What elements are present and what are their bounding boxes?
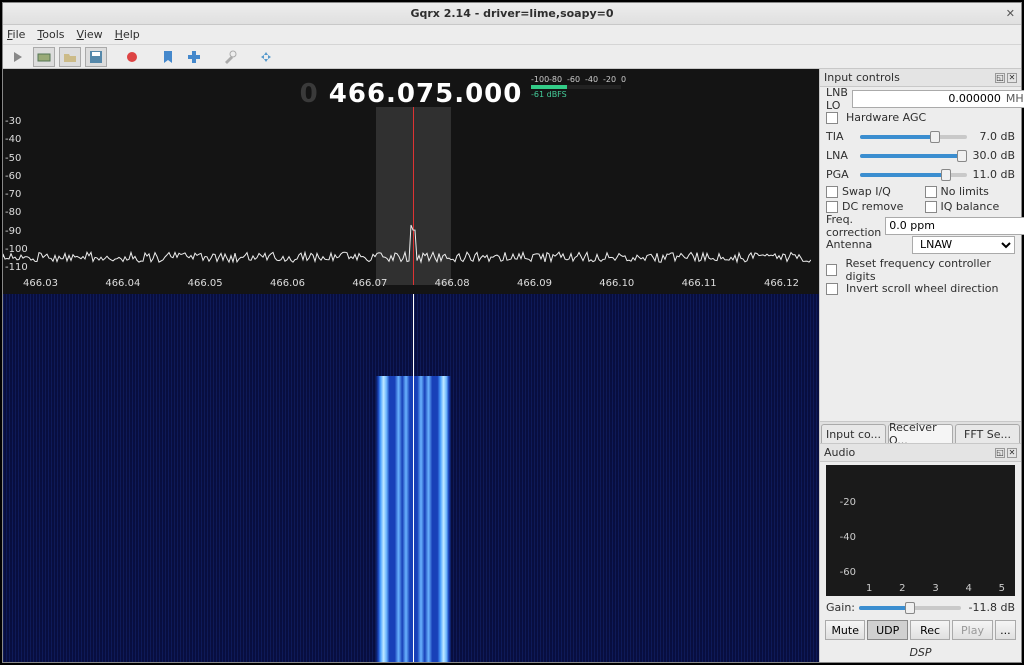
gain-slider[interactable] [859, 606, 961, 610]
dc-remove-label: DC remove [842, 200, 903, 213]
menu-help[interactable]: Help [115, 28, 140, 41]
antenna-label: Antenna [826, 238, 908, 251]
audio-x-axis: 123 45 [866, 583, 1005, 594]
iq-balance-label: IQ balance [941, 200, 1000, 213]
signal-meter: -100 -80 -60 -40 -20 0 -61 dBFS [531, 75, 639, 99]
audio-y-axis: -20-40-60 [836, 485, 856, 590]
tab-fft-settings[interactable]: FFT Se... [955, 424, 1020, 443]
window-title: Gqrx 2.14 - driver=lime,soapy=0 [410, 7, 613, 20]
dsp-label: DSP [820, 646, 1021, 662]
lnb-lo-spinbox[interactable]: MHz ▲▼ [852, 90, 1024, 108]
spectrum-trace [3, 214, 811, 274]
tia-value: 7.0 dB [971, 130, 1015, 143]
antenna-select[interactable]: LNAW [912, 236, 1015, 254]
audio-scope[interactable]: -20-40-60 123 45 [826, 465, 1015, 596]
dock-close-icon[interactable]: ✕ [1007, 448, 1017, 458]
freq-corr-input[interactable] [886, 218, 1024, 234]
hardware-agc-label: Hardware AGC [846, 111, 926, 124]
audio-header: Audio ◱✕ [820, 444, 1021, 462]
meter-ticks: -100 -80 -60 -40 -20 0 [531, 75, 639, 84]
pga-slider[interactable] [860, 173, 967, 177]
audio-buttons: Mute UDP Rec Play ... [820, 618, 1021, 646]
menu-view[interactable]: View [77, 28, 103, 41]
gain-value: -11.8 dB [965, 601, 1015, 614]
swap-iq-checkbox[interactable] [826, 186, 838, 198]
freq-corr-spinbox[interactable]: ▲▼ [885, 217, 1024, 235]
iq-balance-checkbox[interactable] [925, 201, 937, 213]
invert-scroll-label: Invert scroll wheel direction [846, 282, 999, 295]
input-controls-header: Input controls ◱✕ [820, 69, 1021, 87]
gain-label: Gain: [826, 601, 855, 614]
dc-remove-checkbox[interactable] [826, 201, 838, 213]
dock-float-icon[interactable]: ◱ [995, 73, 1005, 83]
window-titlebar: Gqrx 2.14 - driver=lime,soapy=0 ✕ [3, 3, 1021, 25]
no-limits-label: No limits [941, 185, 989, 198]
freq-corr-label: Freq. correction [826, 213, 881, 239]
menu-tools[interactable]: Tools [37, 28, 64, 41]
input-controls-title: Input controls [824, 71, 900, 84]
hardware-agc-checkbox[interactable] [826, 112, 838, 124]
frequency-display[interactable]: 0 466.075.000 [3, 79, 819, 109]
dock-close-icon[interactable]: ✕ [1007, 73, 1017, 83]
swap-iq-label: Swap I/Q [842, 185, 891, 198]
no-limits-checkbox[interactable] [925, 186, 937, 198]
fullscreen-button[interactable] [255, 47, 277, 67]
lna-label: LNA [826, 149, 856, 162]
pga-label: PGA [826, 168, 856, 181]
tools-button[interactable] [219, 47, 241, 67]
spectrum-x-axis: 466.03466.04466.05 466.06466.07466.08 46… [3, 278, 819, 292]
spectrum-plot[interactable]: 0 466.075.000 -100 -80 -60 -40 -20 0 -61… [3, 69, 819, 294]
reset-digits-label: Reset frequency controller digits [845, 257, 1015, 283]
meter-reading: -61 dBFS [531, 90, 639, 99]
dock-float-icon[interactable]: ◱ [995, 448, 1005, 458]
lnb-lo-label: LNB LO [826, 86, 848, 112]
main-display: 0 466.075.000 -100 -80 -60 -40 -20 0 -61… [3, 69, 819, 662]
close-icon[interactable]: ✕ [1006, 7, 1015, 20]
rec-button[interactable]: Rec [910, 620, 950, 640]
menu-file[interactable]: File [7, 28, 25, 41]
bookmark-button[interactable] [157, 47, 179, 67]
freq-value[interactable]: 466.075.000 [329, 79, 523, 109]
tia-label: TIA [826, 130, 856, 143]
play-dsp-button[interactable] [7, 47, 29, 67]
dx-cluster-button[interactable] [183, 47, 205, 67]
freq-leading-zeros: 0 [300, 79, 319, 109]
meter-bar [531, 85, 621, 89]
input-controls-panel: LNB LO MHz ▲▼ Hardware AGC TIA 7.0 dB LN… [820, 87, 1021, 302]
menubar: File Tools View Help [3, 25, 1021, 45]
save-button[interactable] [85, 47, 107, 67]
waterfall-tune-line [413, 294, 414, 662]
lnb-lo-input[interactable] [853, 91, 1004, 107]
record-iq-button[interactable] [121, 47, 143, 67]
load-button[interactable] [59, 47, 81, 67]
lna-value: 30.0 dB [971, 149, 1015, 162]
tab-receiver-options[interactable]: Receiver O... [888, 424, 953, 443]
lna-slider[interactable] [860, 154, 967, 158]
mute-button[interactable]: Mute [825, 620, 865, 640]
device-button[interactable] [33, 47, 55, 67]
dock-tabbar: Input co... Receiver O... FFT Se... [820, 421, 1021, 443]
audio-title: Audio [824, 446, 855, 459]
waterfall-plot[interactable] [3, 294, 819, 662]
reset-digits-checkbox[interactable] [826, 264, 837, 276]
more-button[interactable]: ... [995, 620, 1016, 640]
invert-scroll-checkbox[interactable] [826, 283, 838, 295]
pga-value: 11.0 dB [971, 168, 1015, 181]
tia-slider[interactable] [860, 135, 967, 139]
play-button[interactable]: Play [952, 620, 992, 640]
udp-button[interactable]: UDP [867, 620, 907, 640]
tab-input-controls[interactable]: Input co... [821, 424, 886, 443]
toolbar [3, 45, 1021, 69]
